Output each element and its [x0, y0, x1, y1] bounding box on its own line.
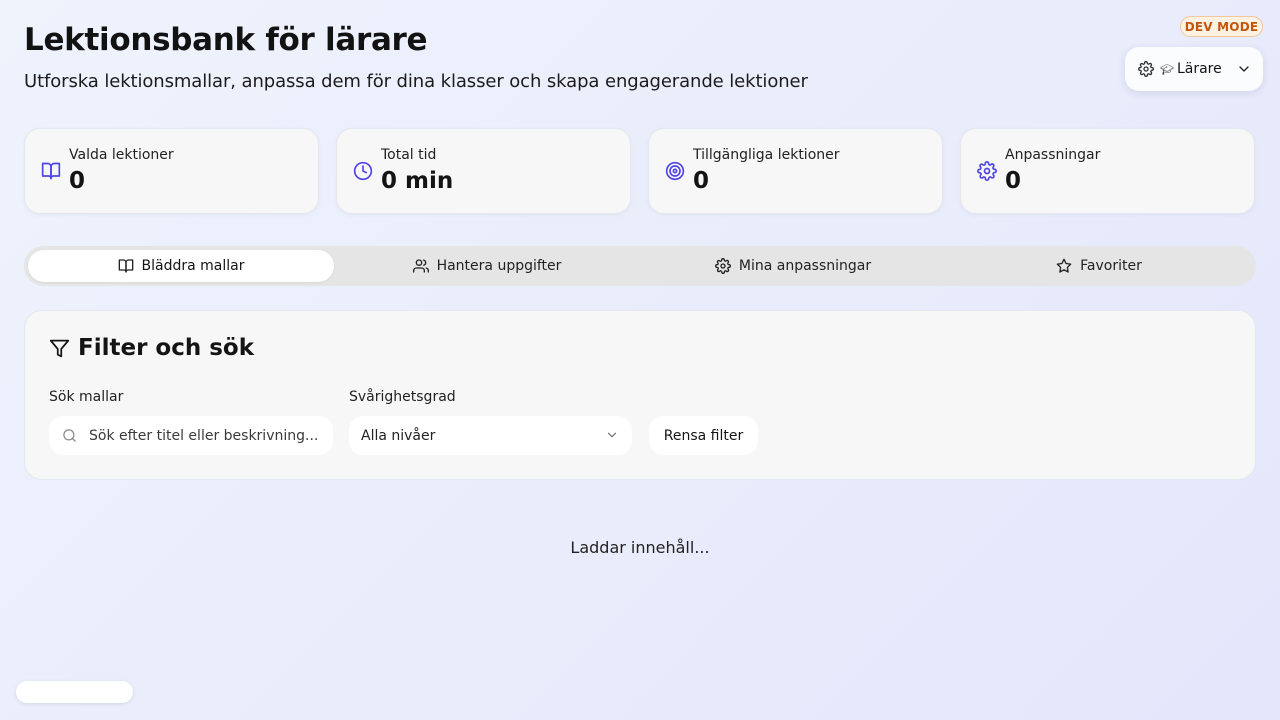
- tab-my-customizations[interactable]: Mina anpassningar: [640, 250, 946, 282]
- page-title: Lektionsbank för lärare: [24, 22, 428, 58]
- graduation-cap-icon: 🎓︎: [1160, 62, 1174, 76]
- search-field: [49, 416, 333, 455]
- search-icon: [63, 429, 76, 442]
- role-select-label: Lärare: [1176, 61, 1222, 77]
- tab-favorites[interactable]: Favoriter: [946, 250, 1252, 282]
- stat-card-total-time: Total tid 0 min: [336, 128, 631, 214]
- star-icon: [1056, 258, 1072, 273]
- clock-icon: [353, 161, 373, 181]
- tab-label: Bläddra mallar: [141, 258, 245, 274]
- dev-mode-badge: DEV MODE: [1180, 16, 1263, 37]
- stat-value: 0: [1005, 168, 1022, 194]
- filter-icon: [49, 339, 70, 357]
- tab-browse-templates[interactable]: Bläddra mallar: [28, 250, 334, 282]
- users-icon: [412, 259, 429, 273]
- stat-label: Total tid: [381, 147, 437, 163]
- book-open-icon: [41, 162, 61, 180]
- stat-value: 0 min: [381, 168, 454, 194]
- search-label: Sök mallar: [49, 389, 124, 405]
- chevron-down-icon: [1239, 66, 1249, 72]
- difficulty-label: Svårighetsgrad: [349, 389, 456, 405]
- tab-bar: Bläddra mallar Hantera uppgifter Mina an…: [24, 246, 1256, 286]
- stat-label: Tillgängliga lektioner: [693, 147, 840, 163]
- role-select[interactable]: 🎓︎ Lärare: [1125, 47, 1263, 91]
- stat-label: Valda lektioner: [69, 147, 174, 163]
- tab-manage-assignments[interactable]: Hantera uppgifter: [334, 250, 640, 282]
- stat-label: Anpassningar: [1005, 147, 1101, 163]
- page-subtitle: Utforska lektionsmallar, anpassa dem för…: [24, 71, 808, 92]
- loading-text: Laddar innehåll...: [570, 538, 710, 557]
- difficulty-select-value: Alla nivåer: [361, 427, 436, 444]
- target-icon: [665, 161, 685, 181]
- stat-value: 0: [693, 168, 710, 194]
- filter-title-text: Filter och sök: [78, 335, 255, 361]
- tab-label: Hantera uppgifter: [436, 258, 562, 274]
- book-open-icon: [118, 259, 133, 273]
- tab-label: Favoriter: [1080, 258, 1142, 274]
- gear-icon: [977, 161, 997, 181]
- toast-container: [16, 681, 133, 703]
- chevron-down-icon: [607, 432, 617, 438]
- gear-icon: [1138, 61, 1154, 77]
- filter-title: Filter och sök: [49, 335, 254, 361]
- difficulty-select[interactable]: Alla nivåer: [349, 416, 632, 455]
- stat-value: 0: [69, 168, 86, 194]
- filter-panel: Filter och sök Sök mallar Svårighetsgrad…: [24, 310, 1256, 480]
- clear-filter-button[interactable]: Rensa filter: [649, 416, 758, 455]
- search-input[interactable]: [89, 416, 325, 455]
- stat-card-selected-lessons: Valda lektioner 0: [24, 128, 319, 214]
- gear-icon: [714, 258, 731, 274]
- stat-card-available-lessons: Tillgängliga lektioner 0: [648, 128, 943, 214]
- stat-card-customizations: Anpassningar 0: [960, 128, 1255, 214]
- tab-label: Mina anpassningar: [738, 258, 872, 274]
